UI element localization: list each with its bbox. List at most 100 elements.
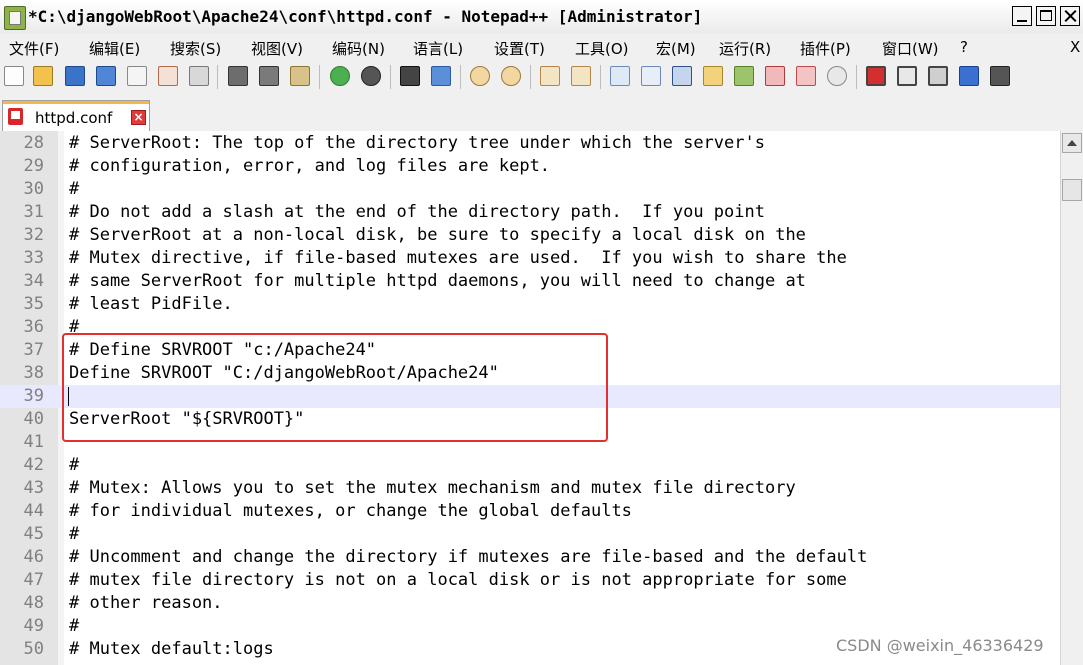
- copy-icon[interactable]: [259, 66, 279, 86]
- tab-close-icon[interactable]: ×: [131, 110, 146, 125]
- folder-workspace-icon[interactable]: [765, 66, 785, 86]
- line-number: 45: [23, 524, 44, 544]
- code-text[interactable]: # Mutex: Allows you to set the mutex mec…: [69, 477, 796, 500]
- record-macro-icon[interactable]: [866, 66, 886, 86]
- code-line[interactable]: 28 # ServerRoot: The top of the directory…: [0, 132, 1060, 155]
- zoom-in-icon[interactable]: [470, 66, 490, 86]
- code-line[interactable]: 35 # least PidFile.: [0, 293, 1060, 316]
- code-line[interactable]: 43 # Mutex: Allows you to set the mutex m…: [0, 477, 1060, 500]
- menu-edit[interactable]: 编辑(E): [89, 38, 140, 59]
- scroll-up-arrow-icon[interactable]: [1062, 133, 1082, 153]
- menu-encoding[interactable]: 编码(N): [332, 38, 385, 59]
- eye-icon[interactable]: [827, 66, 847, 86]
- menu-help[interactable]: ?: [960, 38, 968, 56]
- code-line[interactable]: 36 #: [0, 316, 1060, 339]
- menu-tools[interactable]: 工具(O): [575, 38, 629, 59]
- code-editor[interactable]: 28 # ServerRoot: The top of the directory…: [0, 131, 1060, 665]
- code-line[interactable]: 49 #: [0, 615, 1060, 638]
- code-text[interactable]: # other reason.: [69, 592, 223, 615]
- code-text[interactable]: # ServerRoot: The top of the directory t…: [69, 132, 765, 155]
- code-text[interactable]: Define SRVROOT "C:/djangoWebRoot/Apache2…: [69, 362, 499, 385]
- close-all-icon[interactable]: [158, 66, 178, 86]
- code-text[interactable]: # mutex file directory is not on a local…: [69, 569, 847, 592]
- word-wrap-icon[interactable]: [610, 66, 630, 86]
- code-line[interactable]: 42 #: [0, 454, 1060, 477]
- code-line[interactable]: 30 #: [0, 178, 1060, 201]
- doc-map-icon[interactable]: [703, 66, 723, 86]
- code-line[interactable]: 29 # configuration, error, and log files …: [0, 155, 1060, 178]
- save-icon[interactable]: [65, 66, 85, 86]
- menu-window[interactable]: 窗口(W): [882, 38, 939, 59]
- code-text[interactable]: # Mutex directive, if file-based mutexes…: [69, 247, 847, 270]
- code-text[interactable]: # same ServerRoot for multiple httpd dae…: [69, 270, 806, 293]
- code-text[interactable]: #: [69, 454, 79, 477]
- code-line[interactable]: 31 # Do not add a slash at the end of the…: [0, 201, 1060, 224]
- open-file-icon[interactable]: [33, 66, 53, 86]
- code-line[interactable]: 46 # Uncomment and change the directory i…: [0, 546, 1060, 569]
- code-line[interactable]: 34 # same ServerRoot for multiple httpd d…: [0, 270, 1060, 293]
- code-text[interactable]: # ServerRoot at a non-local disk, be sur…: [69, 224, 806, 247]
- code-text[interactable]: #: [69, 316, 79, 339]
- code-line[interactable]: 41: [0, 431, 1060, 454]
- toolbar: [0, 59, 1083, 95]
- print-icon[interactable]: [189, 66, 209, 86]
- code-text[interactable]: ServerRoot "${SRVROOT}": [69, 408, 304, 431]
- undo-icon[interactable]: [330, 66, 350, 86]
- redo-icon[interactable]: [361, 66, 381, 86]
- code-line[interactable]: 48 # other reason.: [0, 592, 1060, 615]
- code-line[interactable]: 40 ServerRoot "${SRVROOT}": [0, 408, 1060, 431]
- code-line[interactable]: 39: [0, 385, 1060, 408]
- indent-guide-icon[interactable]: [672, 66, 692, 86]
- save-all-icon[interactable]: [96, 66, 116, 86]
- code-text[interactable]: # configuration, error, and log files ar…: [69, 155, 550, 178]
- paste-icon[interactable]: [290, 66, 310, 86]
- function-list-icon[interactable]: [734, 66, 754, 86]
- close-document-menu-button[interactable]: X: [1070, 38, 1080, 56]
- menu-language[interactable]: 语言(L): [413, 38, 463, 59]
- tab-httpd-conf[interactable]: httpd.conf ×: [2, 100, 150, 131]
- monitor-icon[interactable]: [796, 66, 816, 86]
- code-text[interactable]: # Do not add a slash at the end of the d…: [69, 201, 765, 224]
- menu-settings[interactable]: 设置(T): [494, 38, 545, 59]
- save-macro-icon[interactable]: [990, 66, 1010, 86]
- sync-vertical-icon[interactable]: [540, 66, 560, 86]
- replace-icon[interactable]: [431, 66, 451, 86]
- run-macro-multiple-icon[interactable]: [959, 66, 979, 86]
- maximize-button[interactable]: [1036, 6, 1056, 26]
- code-text[interactable]: # for individual mutexes, or change the …: [69, 500, 632, 523]
- minimize-button[interactable]: [1012, 6, 1032, 26]
- code-line[interactable]: 32 # ServerRoot at a non-local disk, be s…: [0, 224, 1060, 247]
- close-icon[interactable]: [127, 66, 147, 86]
- stop-macro-icon[interactable]: [897, 66, 917, 86]
- code-text[interactable]: # Mutex default:logs: [69, 638, 274, 661]
- menu-search[interactable]: 搜索(S): [170, 38, 221, 59]
- show-all-chars-icon[interactable]: [641, 66, 661, 86]
- menu-plugins[interactable]: 插件(P): [800, 38, 851, 59]
- sync-horizontal-icon[interactable]: [571, 66, 591, 86]
- cut-icon[interactable]: [228, 66, 248, 86]
- code-text[interactable]: #: [69, 178, 79, 201]
- code-text[interactable]: # Define SRVROOT "c:/Apache24": [69, 339, 376, 362]
- code-line[interactable]: 37 # Define SRVROOT "c:/Apache24": [0, 339, 1060, 362]
- code-line[interactable]: 33 # Mutex directive, if file-based mutex…: [0, 247, 1060, 270]
- play-macro-icon[interactable]: [928, 66, 948, 86]
- menu-macro[interactable]: 宏(M): [656, 38, 696, 59]
- menu-file[interactable]: 文件(F): [9, 38, 59, 59]
- code-text[interactable]: # least PidFile.: [69, 293, 233, 316]
- menu-run[interactable]: 运行(R): [719, 38, 771, 59]
- code-line[interactable]: 47 # mutex file directory is not on a loc…: [0, 569, 1060, 592]
- vertical-scrollbar[interactable]: [1060, 131, 1083, 665]
- code-text[interactable]: # Uncomment and change the directory if …: [69, 546, 867, 569]
- find-icon[interactable]: [400, 66, 420, 86]
- zoom-out-icon[interactable]: [501, 66, 521, 86]
- menu-view[interactable]: 视图(V): [251, 38, 303, 59]
- code-text[interactable]: #: [69, 523, 79, 546]
- unsaved-file-icon: [8, 108, 23, 125]
- code-text[interactable]: #: [69, 615, 79, 638]
- code-line[interactable]: 44 # for individual mutexes, or change th…: [0, 500, 1060, 523]
- new-file-icon[interactable]: [4, 66, 24, 86]
- code-line[interactable]: 45 #: [0, 523, 1060, 546]
- code-line[interactable]: 38 Define SRVROOT "C:/djangoWebRoot/Apach…: [0, 362, 1060, 385]
- close-window-button[interactable]: [1060, 6, 1080, 26]
- scroll-thumb[interactable]: [1062, 179, 1082, 201]
